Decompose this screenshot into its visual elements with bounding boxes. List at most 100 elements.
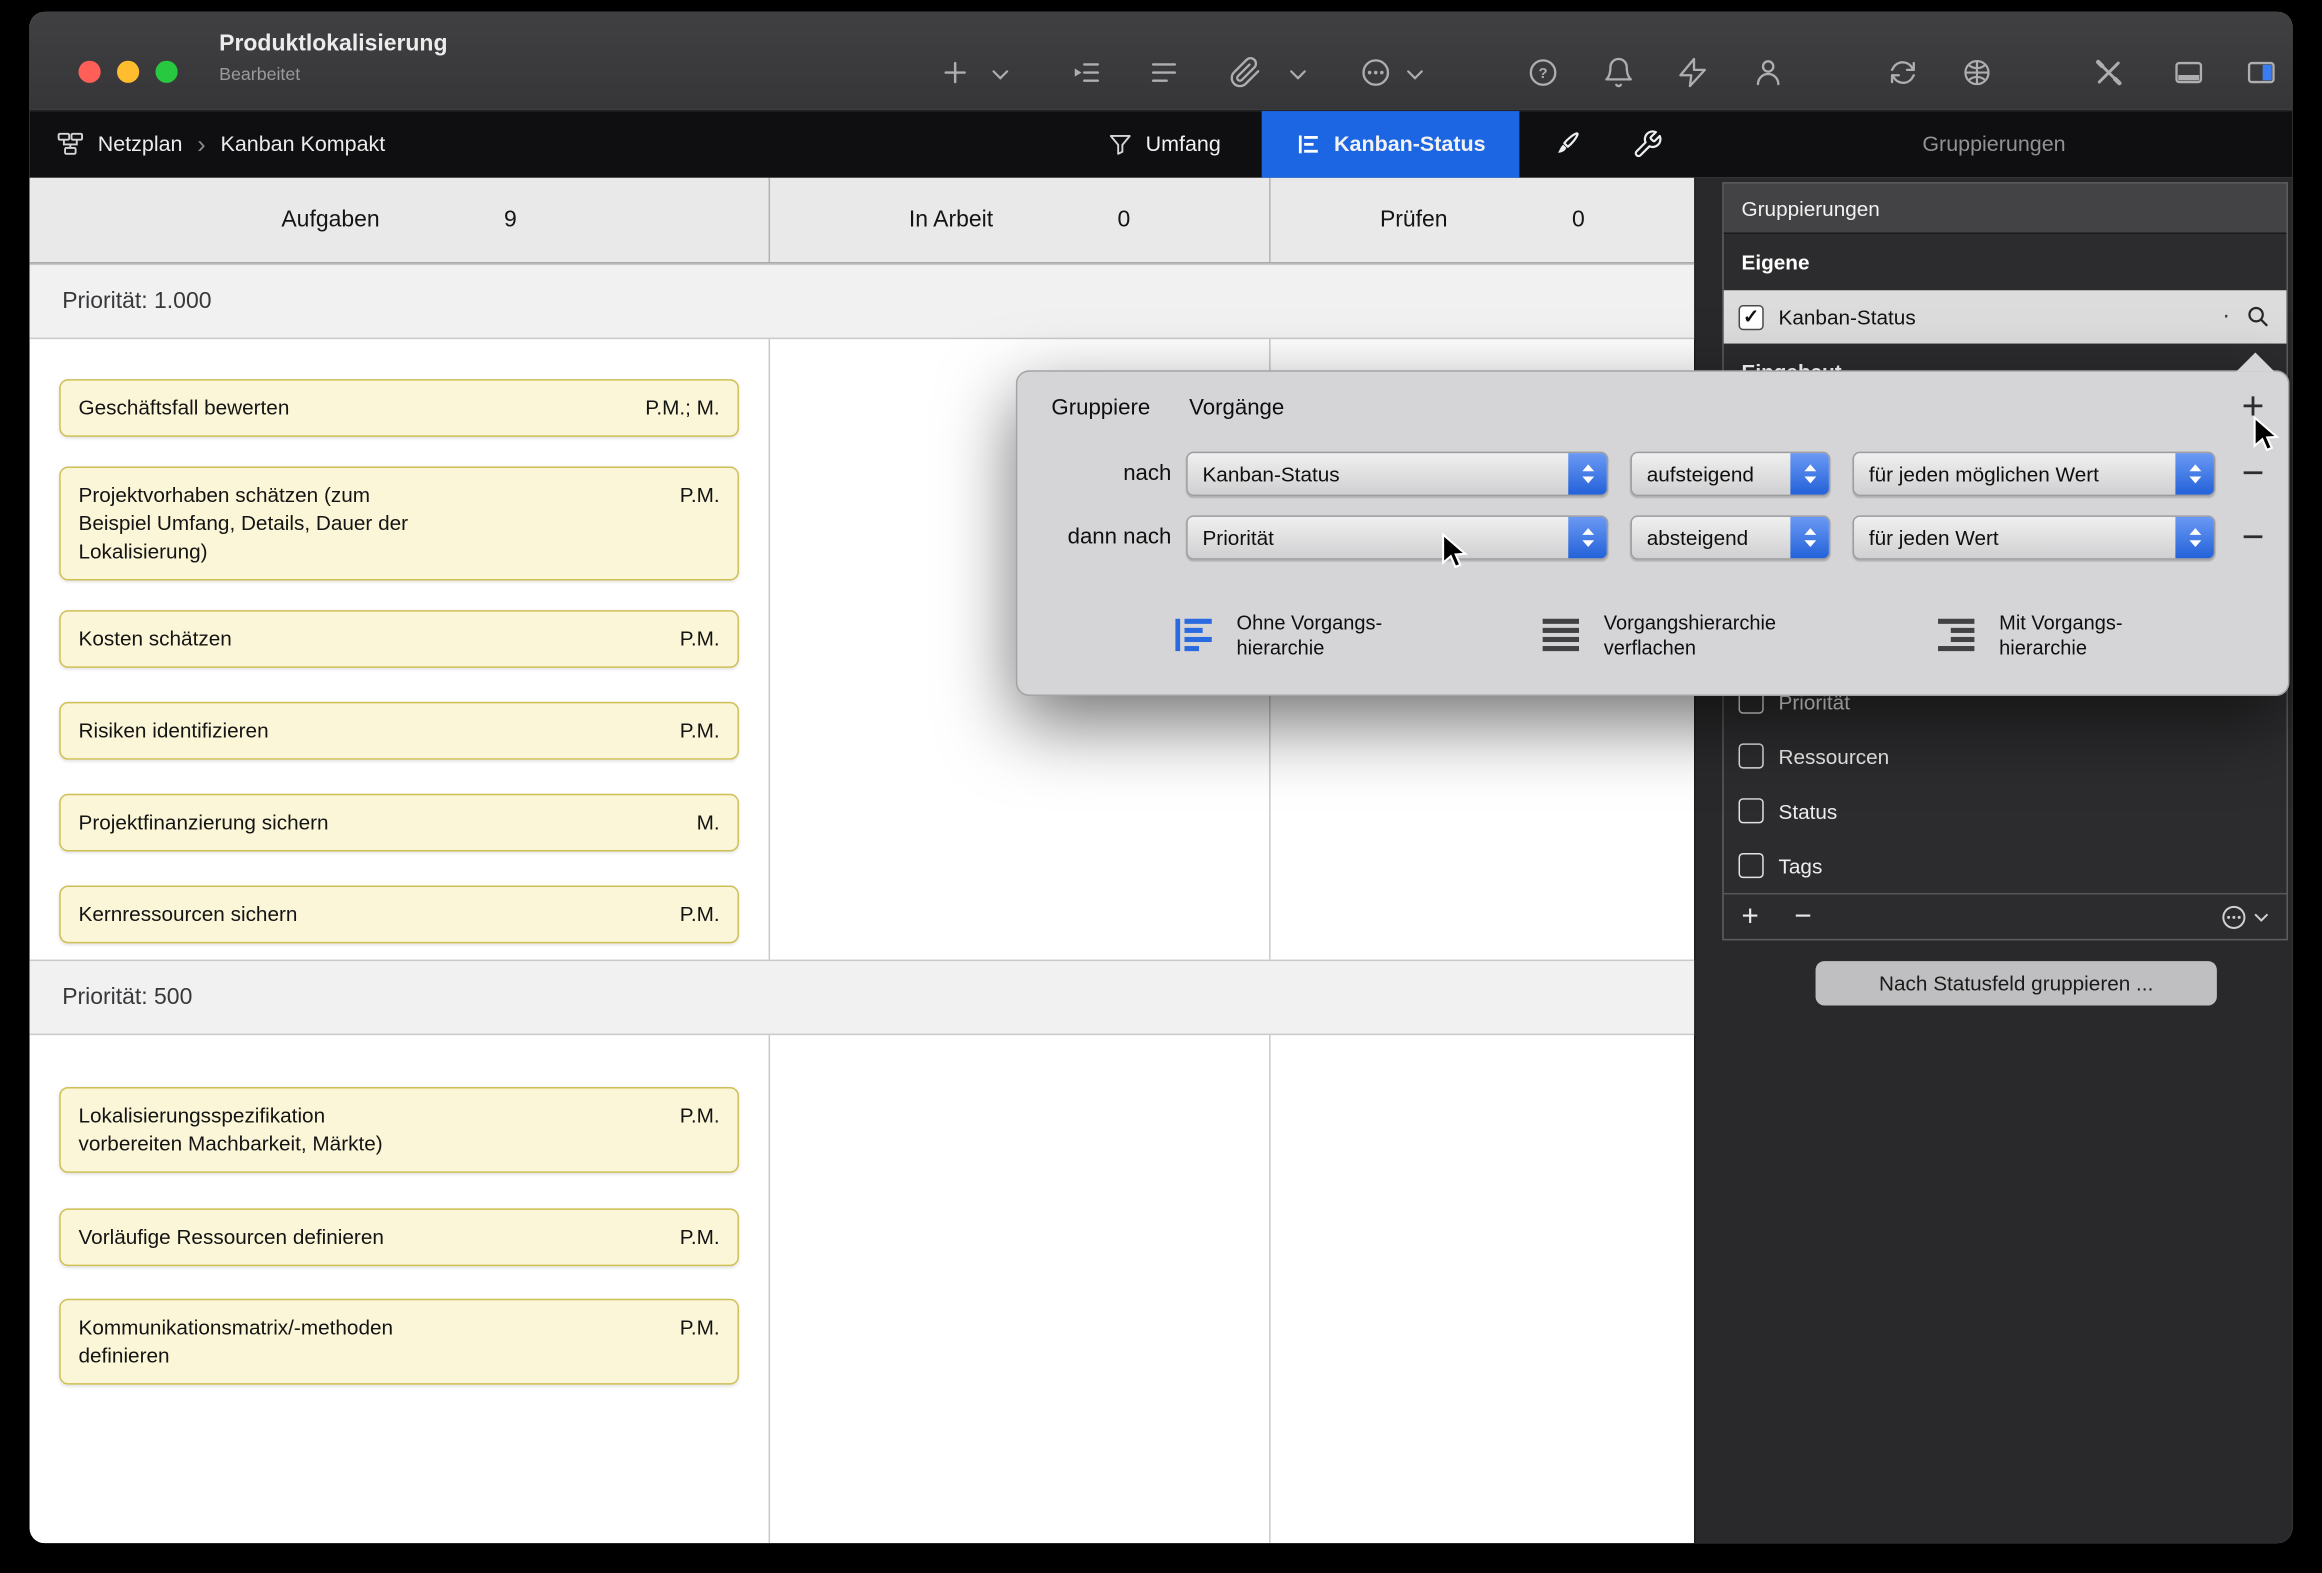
- column-count: 0: [1572, 207, 1585, 234]
- breadcrumb-separator: ›: [197, 130, 205, 160]
- grouping-item-kanban-status[interactable]: ✓ Kanban-Status ·: [1724, 290, 2287, 343]
- grouping-item-status[interactable]: Status: [1724, 783, 2287, 838]
- settings-wrench-icon[interactable]: [1632, 129, 1663, 160]
- group-by-status-field-button[interactable]: Nach Statusfeld gruppieren ...: [1816, 961, 2217, 1005]
- option-label: Ohne Vorgangs- hierarchie: [1237, 610, 1383, 660]
- network-icon[interactable]: [1961, 56, 1994, 89]
- column-count: 9: [504, 207, 517, 234]
- window-title-block: Produktlokalisierung Bearbeitet: [219, 31, 447, 84]
- option-hierarchie-verflachen[interactable]: Vorgangshierarchie verflachen: [1539, 597, 1776, 674]
- popover-group-target[interactable]: Vorgänge: [1189, 395, 1284, 420]
- grouping-rule-row: dann nach Priorität absteigend für jeden…: [1017, 515, 2288, 559]
- direction-dropdown-value: aufsteigend: [1647, 462, 1754, 486]
- hierarchy-options: Ohne Vorgangs- hierarchie Vorgangshierar…: [1017, 597, 2288, 674]
- task-card[interactable]: Lokalisierungsspezifikation vorbereiten …: [59, 1087, 739, 1173]
- more-options-icon[interactable]: [1359, 56, 1392, 89]
- task-title: Projektvorhaben schätzen (zum Beispiel U…: [78, 481, 664, 565]
- more-options-icon: [2220, 903, 2248, 931]
- user-icon[interactable]: [1752, 56, 1785, 89]
- add-grouping-button[interactable]: +: [1742, 902, 1759, 932]
- grouping-item-ressourcen[interactable]: Ressourcen: [1724, 729, 2287, 784]
- tab-umfang[interactable]: Umfang: [1066, 111, 1261, 178]
- style-brush-icon[interactable]: [1550, 129, 1581, 160]
- field-dropdown-value: Kanban-Status: [1202, 462, 1339, 486]
- task-card[interactable]: Geschäftsfall bewerten P.M.; M.: [59, 379, 739, 437]
- outdent-icon[interactable]: [1148, 56, 1181, 89]
- task-title: Kommunikationsmatrix/-methoden definiere…: [78, 1314, 664, 1370]
- attachment-chevron-icon[interactable]: [1290, 67, 1306, 83]
- option-label: Vorgangshierarchie verflachen: [1604, 610, 1776, 660]
- dropdown-stepper-icon: [1568, 452, 1608, 496]
- task-resources: P.M.: [680, 481, 720, 509]
- task-title: Kosten schätzen: [78, 625, 664, 653]
- dropdown-stepper-icon: [1568, 515, 1608, 559]
- sync-icon[interactable]: [1887, 56, 1920, 89]
- direction-dropdown[interactable]: absteigend: [1630, 515, 1830, 559]
- funnel-icon: [1107, 132, 1132, 157]
- panel-more-options[interactable]: [2220, 903, 2269, 931]
- option-ohne-hierarchie[interactable]: Ohne Vorgangs- hierarchie: [1171, 597, 1382, 674]
- zoom-window-button[interactable]: [155, 61, 177, 83]
- remove-rule-button[interactable]: −: [2242, 515, 2264, 556]
- grouping-item-label: Tags: [1779, 854, 1823, 878]
- edit-grouping-search-icon[interactable]: [2245, 304, 2272, 331]
- add-chevron-icon[interactable]: [992, 67, 1008, 83]
- task-card[interactable]: Risiken identifizieren P.M.: [59, 702, 739, 760]
- column-label: Prüfen: [1380, 207, 1448, 234]
- dropdown-stepper-icon: [2175, 515, 2215, 559]
- popover-arrow: [2236, 352, 2275, 371]
- task-card[interactable]: Projektfinanzierung sichern M.: [59, 794, 739, 852]
- task-card[interactable]: Projektvorhaben schätzen (zum Beispiel U…: [59, 466, 739, 580]
- actions-bolt-icon[interactable]: [1676, 56, 1709, 89]
- dropdown-stepper-icon: [2175, 452, 2215, 496]
- task-card[interactable]: Kosten schätzen P.M.: [59, 610, 739, 668]
- task-title: Projektfinanzierung sichern: [78, 809, 681, 837]
- dropdown-stepper-icon: [1790, 515, 1830, 559]
- tools-icon[interactable]: [2092, 56, 2125, 89]
- option-mit-hierarchie[interactable]: Mit Vorgangs- hierarchie: [1934, 597, 2123, 674]
- more-options-chevron-icon[interactable]: [1407, 67, 1423, 83]
- grouping-rule-row: nach Kanban-Status aufsteigend für jeden…: [1017, 452, 2288, 496]
- column-label: Aufgaben: [281, 207, 379, 234]
- checkbox[interactable]: [1739, 743, 1764, 768]
- bottom-panel-icon[interactable]: [2172, 56, 2205, 89]
- tab-kanban-status[interactable]: Kanban-Status: [1262, 111, 1520, 178]
- help-icon[interactable]: ?: [1527, 56, 1560, 89]
- groupings-panel-header: Gruppierungen: [1724, 184, 2287, 234]
- grouping-item-tags[interactable]: Tags: [1724, 838, 2287, 893]
- task-title: Lokalisierungsspezifikation vorbereiten …: [78, 1102, 664, 1158]
- kanban-column-pruefen: [1271, 1035, 1695, 1543]
- indent-icon[interactable]: [1071, 56, 1104, 89]
- close-window-button[interactable]: [78, 61, 100, 83]
- kanban-column-headers: Aufgaben 9 In Arbeit 0 Prüfen 0: [30, 178, 1694, 264]
- breadcrumb[interactable]: Netzplan › Kanban Kompakt: [56, 111, 385, 178]
- minimize-window-button[interactable]: [117, 61, 139, 83]
- task-card[interactable]: Kernressourcen sichern P.M.: [59, 886, 739, 944]
- field-dropdown[interactable]: Priorität: [1186, 515, 1608, 559]
- task-resources: M.: [697, 809, 720, 837]
- checkbox-checked[interactable]: ✓: [1739, 304, 1764, 329]
- task-card[interactable]: Vorläufige Ressourcen definieren P.M.: [59, 1208, 739, 1266]
- grouping-item-label: Kanban-Status: [1779, 305, 1916, 329]
- scope-dropdown[interactable]: für jeden Wert: [1853, 515, 2216, 559]
- right-panel-icon[interactable]: [2245, 56, 2278, 89]
- direction-dropdown[interactable]: aufsteigend: [1630, 452, 1830, 496]
- attachment-icon[interactable]: [1229, 56, 1262, 89]
- scope-dropdown[interactable]: für jeden möglichen Wert: [1853, 452, 2216, 496]
- group-band-prio-1000: Priorität: 1.000: [30, 264, 1694, 340]
- remove-grouping-button[interactable]: −: [1794, 902, 1811, 932]
- checkbox[interactable]: [1739, 853, 1764, 878]
- add-icon[interactable]: [939, 56, 972, 89]
- panel-footer: + −: [1724, 893, 2287, 939]
- field-dropdown[interactable]: Kanban-Status: [1186, 452, 1608, 496]
- task-card[interactable]: Kommunikationsmatrix/-methoden definiere…: [59, 1299, 739, 1385]
- task-title: Kernressourcen sichern: [78, 900, 664, 928]
- breadcrumb-current[interactable]: Kanban Kompakt: [221, 133, 386, 157]
- breadcrumb-root[interactable]: Netzplan: [98, 133, 183, 157]
- notifications-icon[interactable]: [1602, 56, 1635, 89]
- column-header-pruefen: Prüfen 0: [1271, 178, 1695, 262]
- task-title: Vorläufige Ressourcen definieren: [78, 1223, 664, 1251]
- kanban-column-in-arbeit: [770, 1035, 1271, 1543]
- checkbox[interactable]: [1739, 798, 1764, 823]
- remove-rule-button[interactable]: −: [2242, 452, 2264, 493]
